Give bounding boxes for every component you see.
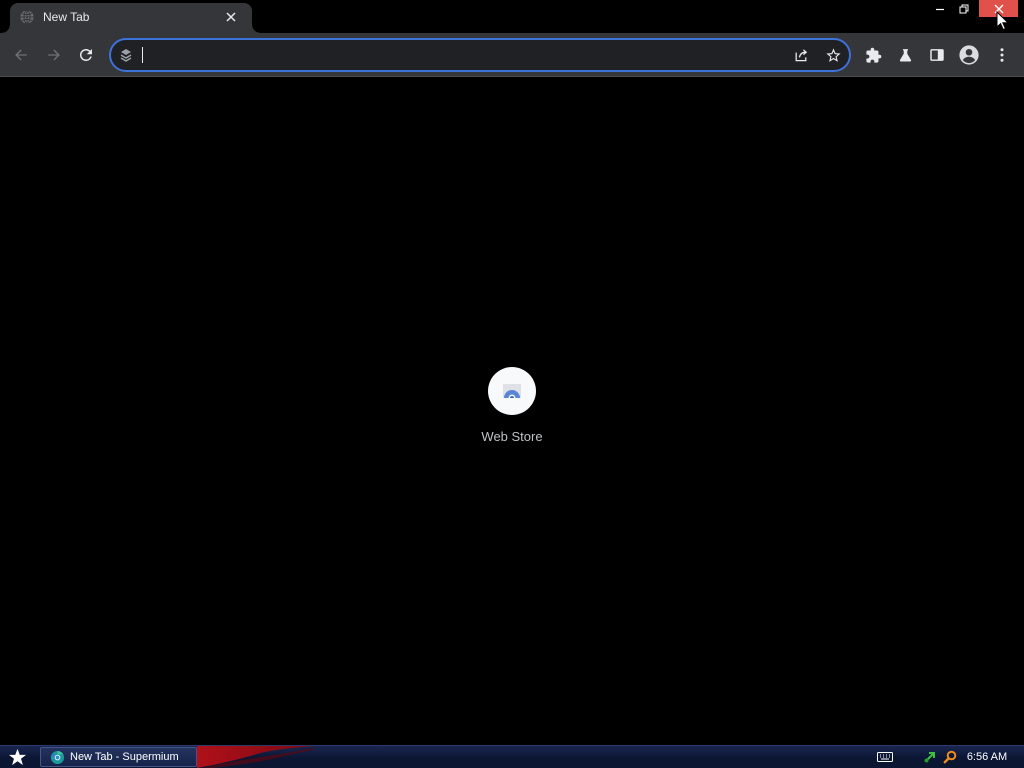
minimize-button[interactable] [928, 0, 952, 17]
globe-icon [20, 10, 34, 24]
side-panel-icon [930, 49, 944, 61]
restore-icon [959, 4, 969, 13]
shortcut-icon-circle [488, 367, 536, 415]
new-tab-page: Web Store [0, 77, 1024, 745]
extensions-button[interactable] [859, 41, 887, 69]
mouse-cursor-icon [996, 11, 1009, 31]
side-panel-button[interactable] [923, 41, 951, 69]
profile-avatar-icon [959, 45, 979, 65]
browser-toolbar [0, 33, 1024, 77]
reload-button[interactable] [72, 41, 100, 69]
search-icon [943, 750, 957, 764]
extensions-puzzle-icon [865, 47, 881, 63]
search-tray-button[interactable] [942, 750, 958, 764]
chrome-labs-button[interactable] [891, 41, 919, 69]
taskbar-decoration [197, 746, 313, 768]
chrome-labs-flask-icon [899, 48, 911, 62]
web-store-icon [503, 384, 521, 398]
back-button[interactable] [7, 41, 35, 69]
forward-button[interactable] [40, 41, 68, 69]
restore-button[interactable] [952, 0, 976, 17]
network-tray-button[interactable] [922, 750, 938, 764]
shortcut-web-store[interactable]: Web Store [456, 351, 568, 463]
minimize-icon [936, 8, 944, 10]
close-icon [226, 12, 236, 22]
keyboard-icon [877, 752, 893, 762]
taskbar-button-label: New Tab - Supermium [70, 751, 179, 763]
supermium-icon [50, 750, 65, 765]
tab-title: New Tab [43, 10, 90, 24]
bookmark-button[interactable] [821, 43, 845, 67]
text-caret [142, 47, 143, 63]
start-button[interactable] [5, 746, 29, 768]
tab-strip: New Tab [0, 0, 1024, 33]
menu-kebab-icon [1000, 48, 1004, 62]
reload-icon [80, 49, 92, 61]
omnibox-input[interactable] [141, 40, 781, 70]
network-icon [924, 752, 935, 763]
omnibox[interactable] [109, 38, 851, 72]
main-menu-button[interactable] [988, 41, 1016, 69]
tab-new-tab[interactable]: New Tab [2, 3, 260, 33]
keyboard-tray-button[interactable] [877, 750, 893, 764]
search-engine-icon [120, 49, 132, 62]
taskbar-clock[interactable]: 6:56 AM [959, 746, 1015, 768]
bookmark-star-icon [825, 47, 841, 62]
back-arrow-icon [15, 49, 27, 61]
share-icon [795, 49, 808, 62]
shortcut-label: Web Store [481, 429, 543, 444]
taskbar-button-supermium[interactable]: New Tab - Supermium [40, 747, 197, 767]
profile-button[interactable] [955, 41, 983, 69]
forward-arrow-icon [48, 49, 60, 61]
start-star-icon [8, 748, 26, 765]
taskbar: New Tab - Supermium 6:56 AM [0, 745, 1024, 768]
tab-close-button[interactable] [222, 8, 240, 26]
share-button[interactable] [789, 43, 813, 67]
